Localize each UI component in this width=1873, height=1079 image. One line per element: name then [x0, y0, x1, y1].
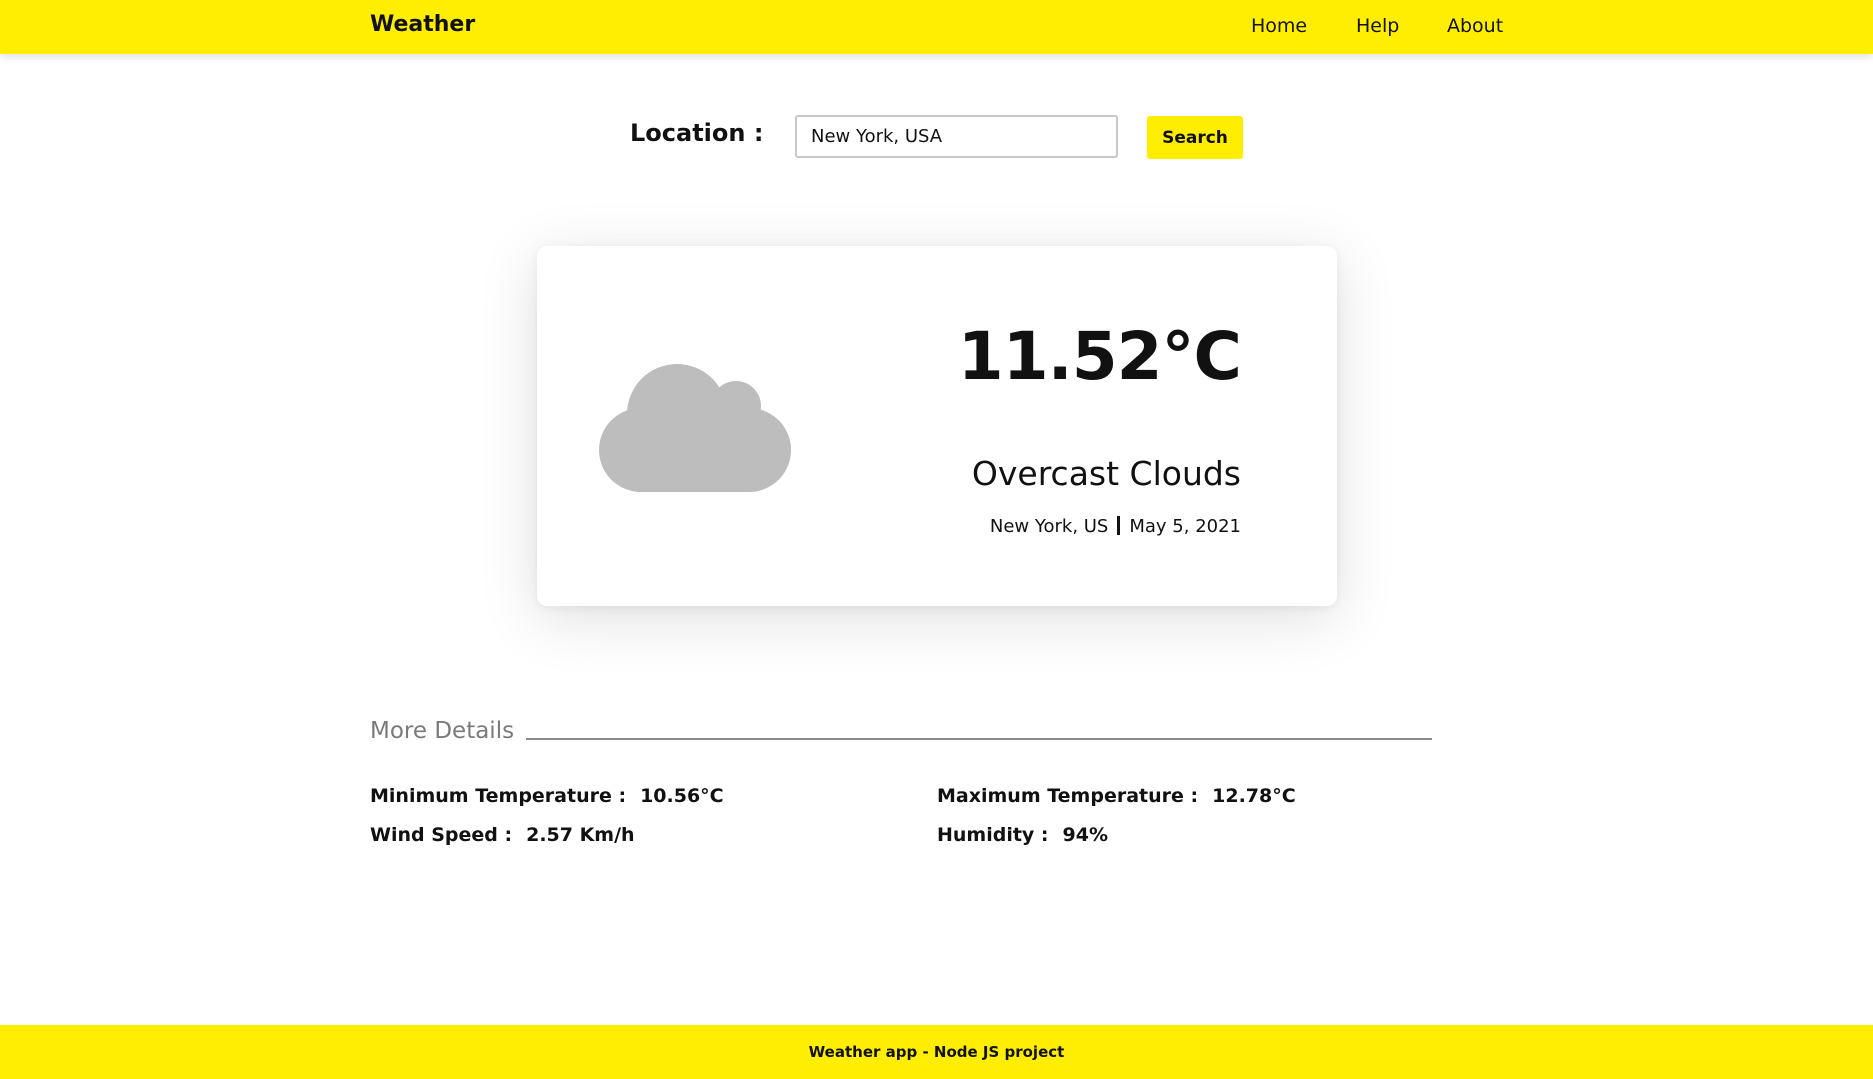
nav-about-link[interactable]: About — [1447, 15, 1503, 37]
weather-card: 11.52°C Overcast Clouds New York, US May … — [537, 246, 1337, 606]
min-temperature-value: 10.56°C — [640, 785, 724, 807]
min-temperature-label: Minimum Temperature : — [370, 785, 627, 807]
section-divider — [526, 738, 1432, 740]
separator-bar — [1117, 516, 1121, 535]
cloud-icon — [599, 364, 791, 492]
footer-text: Weather app - Node JS project — [808, 1043, 1065, 1061]
wind-speed-label: Wind Speed : — [370, 824, 513, 846]
humidity-row: Humidity : 94% — [937, 824, 1108, 846]
nav-home-link[interactable]: Home — [1251, 15, 1307, 37]
max-temperature-value: 12.78°C — [1212, 785, 1296, 807]
footer-bar: Weather app - Node JS project — [0, 1025, 1873, 1079]
more-details-heading: More Details — [370, 718, 515, 744]
cloud-shape — [599, 364, 791, 492]
weather-page: Weather Home Help About Location : Searc… — [0, 0, 1873, 1079]
humidity-value: 94% — [1062, 824, 1109, 846]
search-button[interactable]: Search — [1147, 116, 1243, 159]
location-input[interactable] — [795, 115, 1118, 158]
current-date: May 5, 2021 — [1129, 516, 1241, 537]
city-name: New York, US — [989, 516, 1109, 537]
location-date-line: New York, US May 5, 2021 — [990, 516, 1241, 537]
min-temperature-row: Minimum Temperature : 10.56°C — [370, 785, 724, 807]
wind-speed-row: Wind Speed : 2.57 Km/h — [370, 824, 635, 846]
weather-description: Overcast Clouds — [971, 454, 1241, 493]
max-temperature-label: Maximum Temperature : — [937, 785, 1199, 807]
wind-speed-value: 2.57 Km/h — [526, 824, 635, 846]
brand-title[interactable]: Weather — [370, 12, 475, 37]
humidity-label: Humidity : — [937, 824, 1049, 846]
max-temperature-row: Maximum Temperature : 12.78°C — [937, 785, 1296, 807]
current-temperature: 11.52°C — [957, 318, 1242, 395]
location-label: Location : — [630, 119, 764, 147]
top-navbar: Weather Home Help About — [0, 0, 1873, 54]
nav-help-link[interactable]: Help — [1356, 15, 1399, 37]
